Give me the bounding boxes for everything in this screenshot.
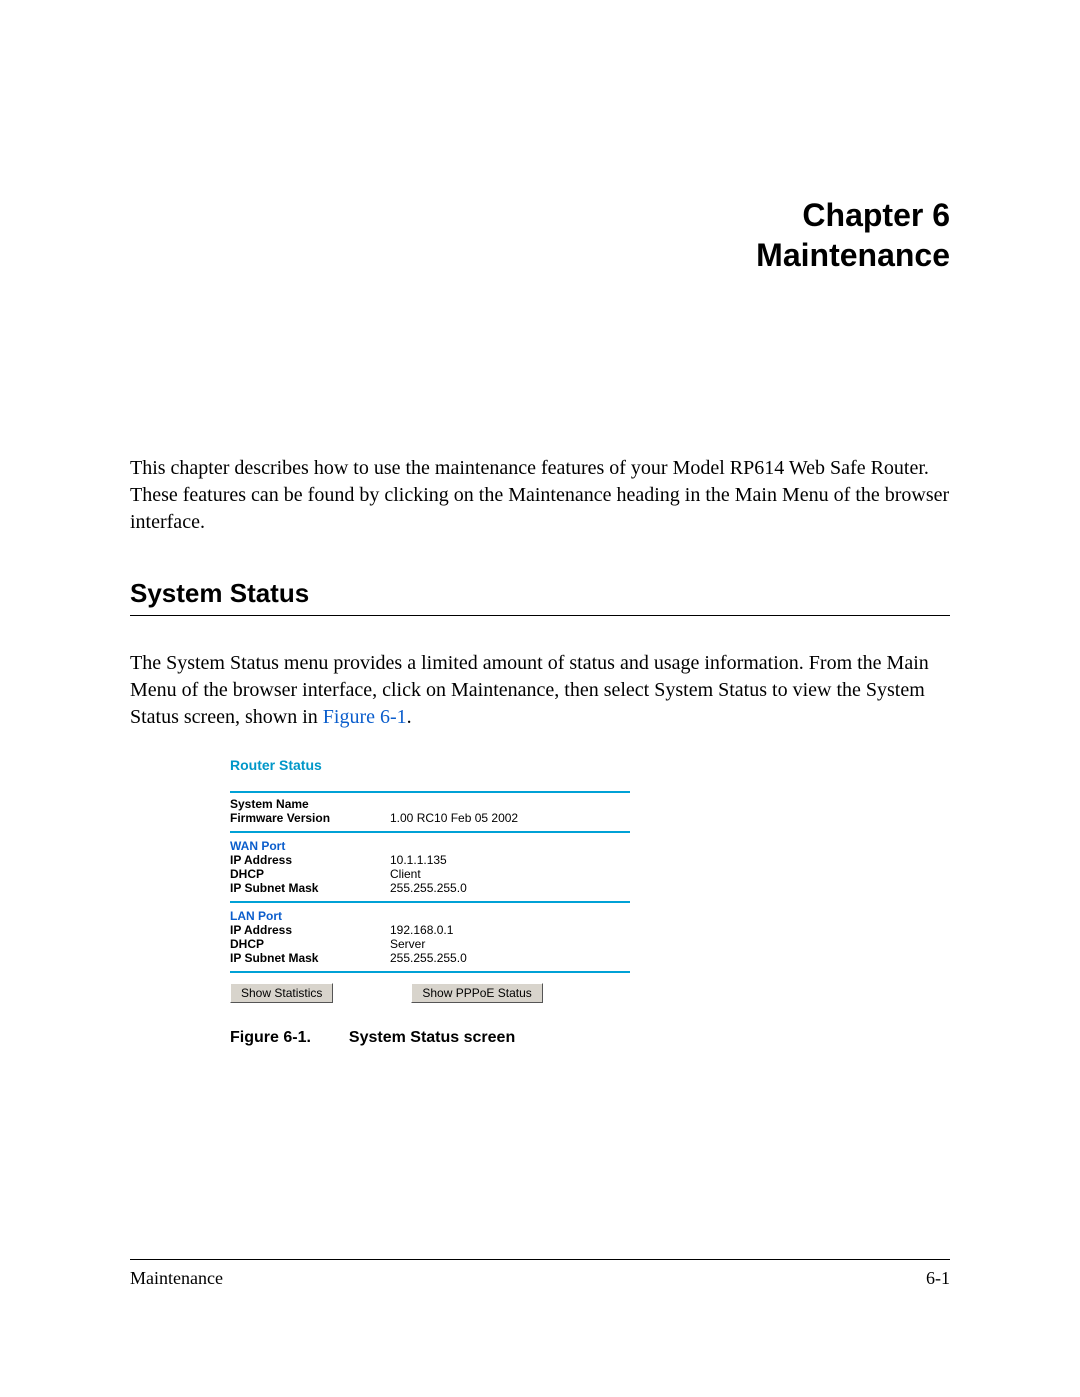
label-wan-mask: IP Subnet Mask (230, 881, 390, 895)
label-firmware: Firmware Version (230, 811, 390, 825)
panel-title: Router Status (230, 757, 630, 785)
value-wan-dhcp: Client (390, 867, 630, 881)
show-pppoe-status-button[interactable]: Show PPPoE Status (411, 983, 542, 1003)
show-statistics-button[interactable]: Show Statistics (230, 983, 333, 1003)
caption-number: Figure 6-1. (230, 1029, 311, 1046)
row-lan-ip: IP Address 192.168.0.1 (230, 923, 630, 937)
intro-paragraph: This chapter describes how to use the ma… (130, 275, 950, 536)
row-firmware: Firmware Version 1.00 RC10 Feb 05 2002 (230, 811, 630, 825)
row-system-name: System Name (230, 797, 630, 811)
value-wan-mask: 255.255.255.0 (390, 881, 630, 895)
label-wan-ip: IP Address (230, 853, 390, 867)
value-lan-mask: 255.255.255.0 (390, 951, 630, 965)
chapter-heading: Chapter 6 Maintenance (130, 0, 950, 275)
row-lan-dhcp: DHCP Server (230, 937, 630, 951)
value-system-name (390, 797, 630, 811)
label-system-name: System Name (230, 797, 390, 811)
figure-container: Router Status System Name Firmware Versi… (130, 731, 950, 1047)
divider (230, 901, 630, 903)
figure-caption: Figure 6-1. System Status screen (230, 1003, 950, 1047)
value-wan-ip: 10.1.1.135 (390, 853, 630, 867)
router-status-panel: Router Status System Name Firmware Versi… (230, 757, 630, 1003)
button-row: Show Statistics Show PPPoE Status (230, 977, 630, 1003)
row-lan-mask: IP Subnet Mask 255.255.255.0 (230, 951, 630, 965)
wan-port-header: WAN Port (230, 837, 630, 853)
figure-link[interactable]: Figure 6-1 (323, 706, 407, 728)
chapter-title: Maintenance (130, 235, 950, 275)
section-body-post: . (407, 706, 412, 728)
row-wan-dhcp: DHCP Client (230, 867, 630, 881)
divider (230, 791, 630, 793)
section-body-pre: The System Status menu provides a limite… (130, 652, 929, 728)
label-lan-mask: IP Subnet Mask (230, 951, 390, 965)
label-lan-dhcp: DHCP (230, 937, 390, 951)
value-firmware: 1.00 RC10 Feb 05 2002 (390, 811, 630, 825)
footer-right: 6-1 (926, 1268, 950, 1289)
footer-left: Maintenance (130, 1268, 223, 1289)
value-lan-ip: 192.168.0.1 (390, 923, 630, 937)
label-lan-ip: IP Address (230, 923, 390, 937)
value-lan-dhcp: Server (390, 937, 630, 951)
label-wan-dhcp: DHCP (230, 867, 390, 881)
lan-port-header: LAN Port (230, 907, 630, 923)
page-footer: Maintenance 6-1 (130, 1259, 950, 1289)
row-wan-mask: IP Subnet Mask 255.255.255.0 (230, 881, 630, 895)
footer-divider (130, 1259, 950, 1260)
divider (230, 831, 630, 833)
chapter-number: Chapter 6 (130, 195, 950, 235)
row-wan-ip: IP Address 10.1.1.135 (230, 853, 630, 867)
section-heading-system-status: System Status (130, 536, 950, 616)
divider (230, 971, 630, 973)
section-body: The System Status menu provides a limite… (130, 616, 950, 731)
caption-text: System Status screen (349, 1029, 515, 1046)
